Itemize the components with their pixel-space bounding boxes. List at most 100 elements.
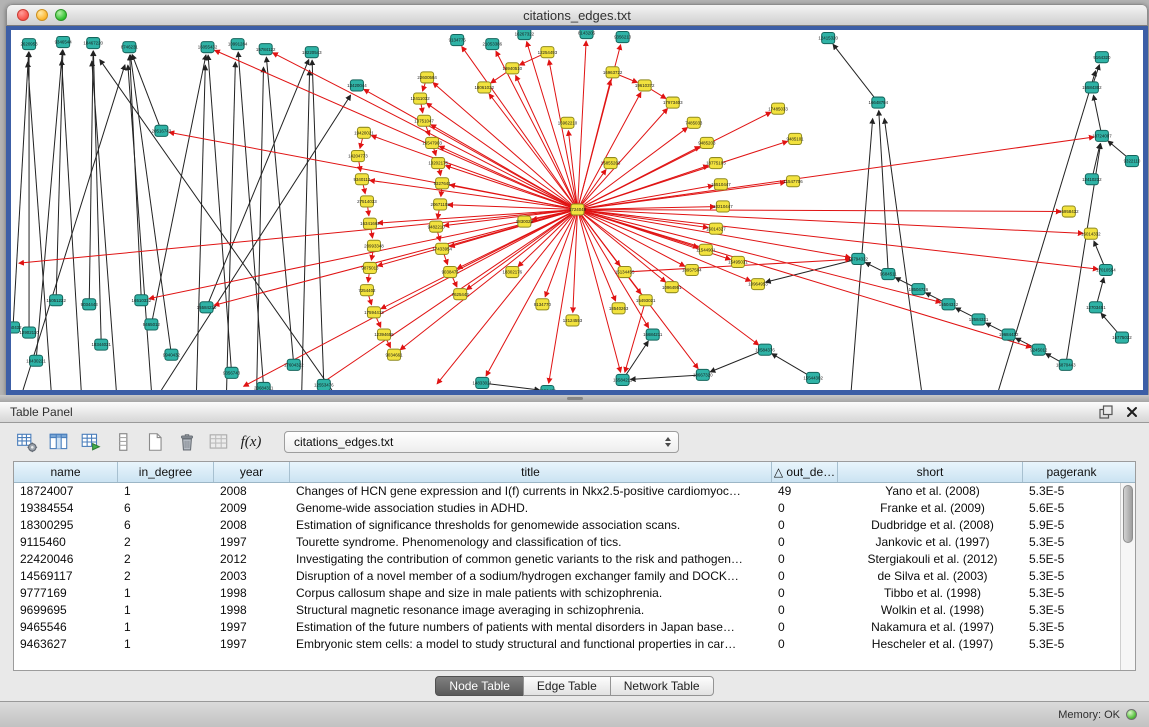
graph-edge[interactable] [578, 41, 587, 209]
graph-edge[interactable] [128, 65, 151, 390]
graph-edge[interactable] [578, 137, 1094, 209]
graph-node[interactable]: 20993348 [364, 240, 384, 251]
graph-node[interactable]: 18220543 [302, 47, 322, 58]
minimize-window-button[interactable] [36, 9, 48, 21]
graph-node[interactable]: 9485203 [698, 137, 716, 148]
column-header-name[interactable]: name [14, 462, 118, 482]
create-column-icon[interactable] [78, 429, 104, 455]
import-table-icon[interactable] [206, 429, 232, 455]
network-canvas[interactable]: 2620953934654418467220874623116055432109… [6, 26, 1148, 395]
table-mode-icon[interactable] [14, 429, 40, 455]
graph-edge[interactable] [100, 60, 332, 390]
graph-node[interactable]: 13202176 [428, 158, 448, 169]
graph-node[interactable]: 16648794 [869, 97, 889, 108]
graph-edge[interactable] [578, 186, 713, 210]
row-view-icon[interactable] [110, 429, 136, 455]
graph-node[interactable]: 9327641 [434, 178, 452, 189]
panel-splitter[interactable] [0, 395, 1149, 402]
graph-node[interactable]: 10964951 [662, 282, 682, 293]
table-vertical-scrollbar[interactable] [1120, 483, 1135, 670]
graph-edge[interactable] [427, 103, 578, 209]
graph-edge[interactable] [631, 375, 703, 380]
graph-node[interactable]: 17433954 [432, 243, 452, 254]
graph-node[interactable]: 20671103 [431, 199, 451, 210]
graph-node[interactable]: 15134455 [615, 266, 635, 277]
graph-node[interactable]: 2620953 [20, 39, 38, 50]
graph-edge[interactable] [19, 209, 578, 263]
graph-node[interactable]: 15493021 [636, 295, 656, 306]
graph-node[interactable]: 10430221 [26, 355, 46, 366]
close-window-button[interactable] [17, 9, 29, 21]
graph-edge[interactable] [1094, 95, 1102, 136]
graph-node[interactable]: 15051222 [46, 295, 66, 306]
tab-edge-table[interactable]: Edge Table [523, 676, 611, 696]
graph-edge[interactable] [578, 209, 759, 344]
scrollbar-thumb[interactable] [1123, 485, 1133, 543]
graph-node[interactable]: 12124553 [563, 315, 583, 326]
table-row[interactable]: 1872400712008Changes of HCN gene express… [14, 483, 1120, 500]
graph-edge[interactable] [549, 60, 578, 209]
graph-node[interactable]: 16055432 [198, 42, 218, 53]
graph-node[interactable]: 9356210 [614, 32, 632, 43]
graph-node[interactable]: 15584302 [1082, 82, 1102, 93]
graph-node[interactable]: 12410232 [1082, 174, 1102, 185]
window-titlebar[interactable]: citations_edges.txt [6, 4, 1148, 26]
table-row[interactable]: 2242004622012Investigating the contribut… [14, 551, 1120, 568]
graph-edge[interactable] [578, 209, 1083, 233]
network-graph-svg[interactable]: 2620953934654418467220874623116055432109… [11, 30, 1143, 390]
graph-node[interactable]: 18667320 [693, 369, 713, 380]
graph-edge[interactable] [227, 62, 236, 390]
column-header-pagerank[interactable]: pagerank [1023, 462, 1120, 482]
graph-edge[interactable] [884, 119, 921, 390]
graph-edge[interactable] [578, 209, 1032, 347]
graph-node[interactable]: 9356743 [223, 367, 241, 378]
column-header-title[interactable]: title [290, 462, 772, 482]
zoom-window-button[interactable] [55, 9, 67, 21]
graph-node[interactable]: 12902110 [19, 327, 39, 338]
network-table-selector[interactable]: citations_edges.txt [284, 431, 679, 453]
graph-node[interactable]: 17973403 [663, 97, 683, 108]
graph-edge[interactable] [132, 55, 161, 131]
graph-node[interactable]: 18344021 [91, 339, 111, 350]
graph-node[interactable]: 9322110 [1124, 156, 1141, 167]
graph-node[interactable]: 16962210 [558, 117, 578, 128]
graph-node[interactable]: 16584211 [613, 374, 633, 385]
graph-node[interactable]: 16267322 [515, 30, 535, 40]
graph-edge[interactable] [318, 209, 577, 385]
graph-node[interactable]: 8143205 [578, 30, 596, 39]
graph-node[interactable]: 10991284 [228, 39, 248, 50]
graph-node[interactable]: 18724007 [1092, 130, 1112, 141]
graph-node[interactable]: 20684311 [254, 382, 274, 390]
float-panel-icon[interactable] [1098, 405, 1113, 420]
table-row[interactable]: 969969511998Structural magnetic resonanc… [14, 602, 1120, 619]
graph-node[interactable]: 9875013 [361, 262, 379, 273]
graph-node[interactable]: 12411032 [410, 93, 430, 104]
graph-edge[interactable] [302, 70, 310, 390]
function-builder-icon[interactable]: f(x) [238, 429, 264, 455]
table-row[interactable]: 911546021997Tourette syndrome. Phenomeno… [14, 534, 1120, 551]
graph-node[interactable]: 7485033 [685, 117, 703, 128]
graph-edge[interactable] [710, 350, 765, 372]
graph-node[interactable]: 9684511 [880, 268, 897, 279]
graph-edge[interactable] [215, 50, 578, 209]
graph-node[interactable]: 17485033 [768, 103, 788, 114]
graph-node[interactable]: 16855203 [601, 158, 621, 169]
graph-node[interactable]: 18957504 [682, 264, 702, 275]
graph-node[interactable]: 16510332 [132, 295, 152, 306]
graph-node[interactable]: 10964953 [748, 279, 768, 290]
graph-edge[interactable] [151, 55, 206, 324]
graph-edge[interactable] [578, 209, 751, 281]
graph-edge[interactable] [62, 60, 82, 390]
graph-edge[interactable] [381, 209, 577, 308]
table-row[interactable]: 946554611997Estimation of the future num… [14, 619, 1120, 636]
graph-node[interactable]: 15958432 [1059, 206, 1079, 217]
graph-node[interactable]: 9038471 [442, 266, 460, 277]
graph-node[interactable]: 12254493 [538, 47, 558, 58]
graph-edge[interactable] [266, 57, 293, 365]
graph-edge[interactable] [578, 209, 621, 372]
graph-node[interactable]: 9164320 [1093, 52, 1111, 63]
column-header-out_degree[interactable]: △ out_de… [772, 462, 838, 482]
graph-node[interactable]: 16014332 [1081, 228, 1101, 239]
table-row[interactable]: 946362711997Embryonic stem cells: a mode… [14, 636, 1120, 653]
tab-node-table[interactable]: Node Table [435, 676, 524, 696]
